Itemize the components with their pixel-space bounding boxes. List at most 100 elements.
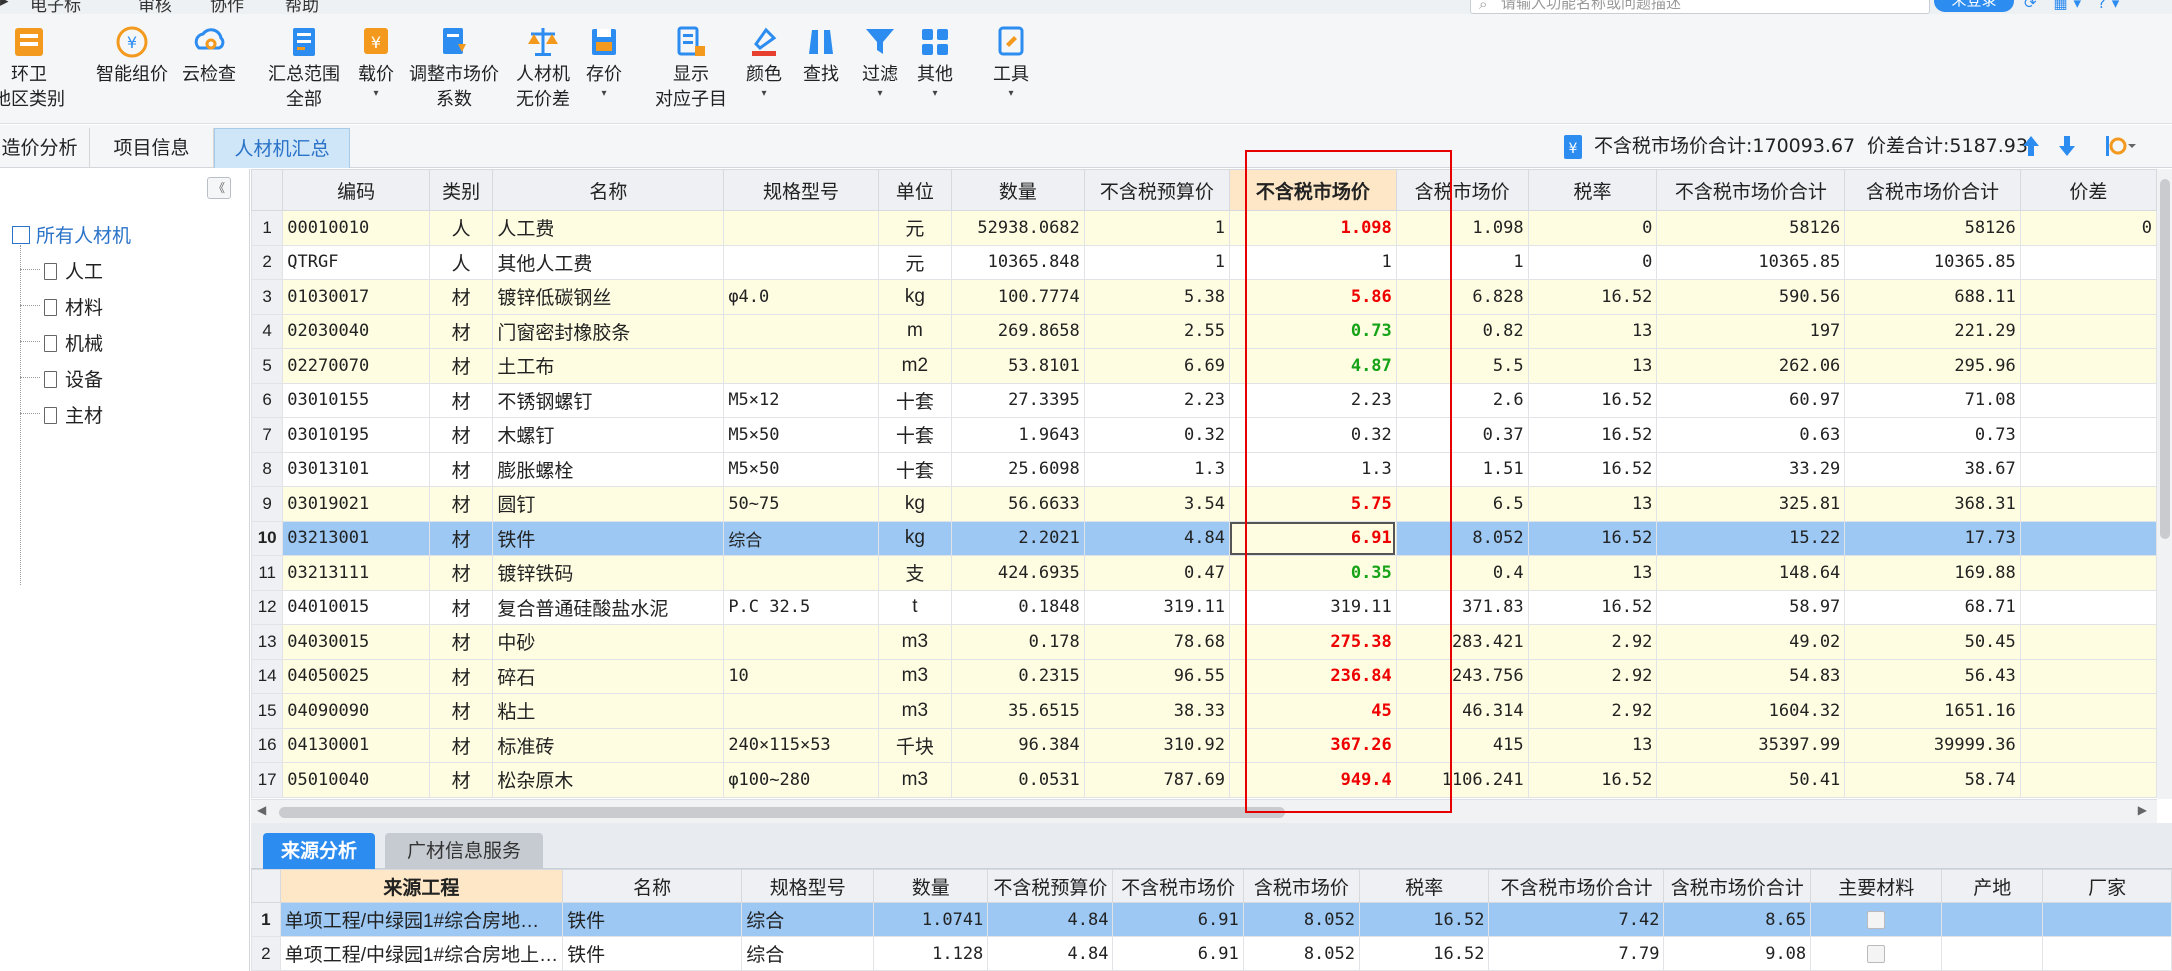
cell-qty[interactable]: 0.178 [951, 624, 1085, 660]
cell-type[interactable]: 人 [428, 210, 494, 246]
cell-market[interactable]: 2.23 [1228, 382, 1397, 418]
cell-taxtotal[interactable]: 169.88 [1844, 555, 2021, 591]
cell-qty[interactable]: 1.0741 [873, 902, 989, 937]
table-row[interactable]: 17 05010040 材松杂原木 φ100~280 m3 0.0531 787.69 949… [251, 762, 2157, 798]
cell-code[interactable]: 02270070 [282, 348, 430, 384]
cell-main[interactable] [1810, 936, 1943, 971]
cell-taxtotal[interactable]: 0.73 [1844, 417, 2021, 453]
cell-market[interactable]: 45 [1228, 693, 1397, 729]
cell-taxmarket[interactable]: 8.052 [1242, 936, 1361, 971]
cell-rate[interactable]: 16.52 [1527, 279, 1658, 315]
menu-item-edit[interactable]: ▸ [0, 0, 9, 11]
column-header[interactable]: 税率 [1358, 869, 1490, 903]
cell-maker[interactable] [2042, 936, 2172, 971]
cell-spec[interactable] [723, 348, 879, 384]
column-header-source[interactable]: 来源工程 [279, 869, 564, 903]
cell-market[interactable]: 6.91 [1228, 520, 1397, 556]
cell-spec[interactable] [723, 313, 879, 349]
cell-taxmarket[interactable]: 371.83 [1395, 589, 1529, 625]
cell-name[interactable]: 镀锌低碳钢丝 [492, 279, 725, 315]
cell-unit[interactable]: m3 [877, 658, 953, 694]
cell-name[interactable]: 复合普通硅酸盐水泥 [492, 589, 725, 625]
cell-taxmarket[interactable]: 0.4 [1395, 555, 1529, 591]
cell-unit[interactable]: t [877, 589, 953, 625]
cell-code[interactable]: 03010195 [282, 417, 430, 453]
cell-code[interactable]: 04050025 [282, 658, 430, 694]
cell-name[interactable]: 铁件 [562, 902, 743, 937]
cell-budget[interactable]: 2.23 [1083, 382, 1230, 418]
find-button[interactable]: 查找 [798, 14, 844, 124]
cell-qty[interactable]: 0.0531 [951, 762, 1085, 798]
table-row[interactable]: 8 03013101 材膨胀螺栓 M5×50 十套 25.6098 1.3 1.3 1.51 16… [251, 451, 2157, 487]
tab-project-info[interactable]: 项目信息 [90, 128, 214, 168]
tools-button[interactable]: 工具 ▾ [988, 14, 1034, 124]
cell-rate[interactable]: 16.52 [1527, 762, 1658, 798]
cell-budget[interactable]: 0.32 [1083, 417, 1230, 453]
tab-labor-material-summary[interactable]: 人材机汇总 [214, 128, 350, 168]
cell-taxmarket[interactable]: 5.5 [1395, 348, 1529, 384]
cell-budget[interactable]: 1 [1083, 210, 1230, 246]
cell-unit[interactable]: 元 [877, 244, 953, 280]
cell-type[interactable]: 材 [428, 348, 494, 384]
cell-rate[interactable]: 16.52 [1358, 902, 1490, 937]
cell-diff[interactable] [2019, 762, 2157, 798]
cell-origin[interactable] [1941, 902, 2044, 937]
table-row[interactable]: 11 03213111 材镀锌铁码 支 424.6935 0.47 0.35 0.4 13 148… [251, 555, 2157, 591]
table-row[interactable]: 12 04010015 材复合普通硅酸盐水泥 P.C 32.5 t 0.1848 319.1… [251, 589, 2157, 625]
cell-type[interactable]: 材 [428, 486, 494, 522]
cell-taxtotal[interactable]: 58.74 [1844, 762, 2021, 798]
settings-icon[interactable] [2104, 134, 2136, 158]
cell-src[interactable]: 单项工程/中绿园1#综合房地上… [279, 936, 564, 971]
cell-spec[interactable] [723, 624, 879, 660]
cell-rate[interactable]: 13 [1527, 727, 1658, 763]
cell-spec[interactable]: M5×50 [723, 451, 879, 487]
cell-name[interactable]: 铁件 [562, 936, 743, 971]
top-right-icons[interactable]: ⟳ ▦▾ ?▾ [2024, 0, 2125, 12]
column-header[interactable]: 含税市场价合计 [1663, 869, 1812, 903]
cell-total[interactable]: 50.41 [1656, 762, 1846, 798]
cell-taxmarket[interactable]: 8.052 [1242, 902, 1361, 937]
cell-taxmarket[interactable]: 6.828 [1395, 279, 1529, 315]
cell-code[interactable]: 02030040 [282, 313, 430, 349]
column-header[interactable]: 不含税预算价 [1083, 169, 1230, 211]
cell-rate[interactable]: 13 [1527, 555, 1658, 591]
cell-taxmarket[interactable]: 1.51 [1395, 451, 1529, 487]
cell-unit[interactable]: 十套 [877, 382, 953, 418]
cell-diff[interactable] [2019, 486, 2157, 522]
cell-taxtotal[interactable]: 368.31 [1844, 486, 2021, 522]
cell-diff[interactable] [2019, 624, 2157, 660]
cell-qty[interactable]: 56.6633 [951, 486, 1085, 522]
cell-taxmarket[interactable]: 415 [1395, 727, 1529, 763]
column-header[interactable]: 主要材料 [1810, 869, 1943, 903]
cell-rate[interactable]: 16.52 [1527, 382, 1658, 418]
cell-market[interactable]: 5.86 [1228, 279, 1397, 315]
smart-price-button[interactable]: ¥ 智能组价 [92, 14, 172, 124]
column-header[interactable]: 不含税市场价合计 [1656, 169, 1846, 211]
cell-taxtotal[interactable]: 688.11 [1844, 279, 2021, 315]
column-header[interactable]: 规格型号 [741, 869, 875, 903]
cell-unit[interactable]: kg [877, 279, 953, 315]
cell-taxtotal[interactable]: 221.29 [1844, 313, 2021, 349]
cell-main[interactable] [1810, 902, 1943, 937]
cell-taxtotal[interactable]: 56.43 [1844, 658, 2021, 694]
cell-diff[interactable] [2019, 658, 2157, 694]
cell-total[interactable]: 1604.32 [1656, 693, 1846, 729]
cell-code[interactable]: 03213111 [282, 555, 430, 591]
scroll-left-icon[interactable]: ◀ [257, 803, 266, 817]
main-material-checkbox[interactable] [1867, 944, 1886, 963]
cell-market[interactable]: 5.75 [1228, 486, 1397, 522]
cell-budget[interactable]: 787.69 [1083, 762, 1230, 798]
cell-taxmarket[interactable]: 0.37 [1395, 417, 1529, 453]
cell-spec[interactable] [723, 693, 879, 729]
cell-qty[interactable]: 0.1848 [951, 589, 1085, 625]
cell-unit[interactable]: kg [877, 486, 953, 522]
column-header[interactable]: 产地 [1941, 869, 2044, 903]
table-row[interactable]: 1 00010010 人人工费元 52938.0682 1 1.098 1.098 0 5812… [251, 210, 2157, 246]
cell-taxmarket[interactable]: 1 [1395, 244, 1529, 280]
horizontal-scrollbar[interactable]: ◀ ▶ [251, 799, 2157, 823]
tree-node-material[interactable]: 材料 [44, 293, 103, 320]
cell-code[interactable]: 04130001 [282, 727, 430, 763]
cell-qty[interactable]: 424.6935 [951, 555, 1085, 591]
cell-qty[interactable]: 53.8101 [951, 348, 1085, 384]
cell-qty[interactable]: 100.7774 [951, 279, 1085, 315]
